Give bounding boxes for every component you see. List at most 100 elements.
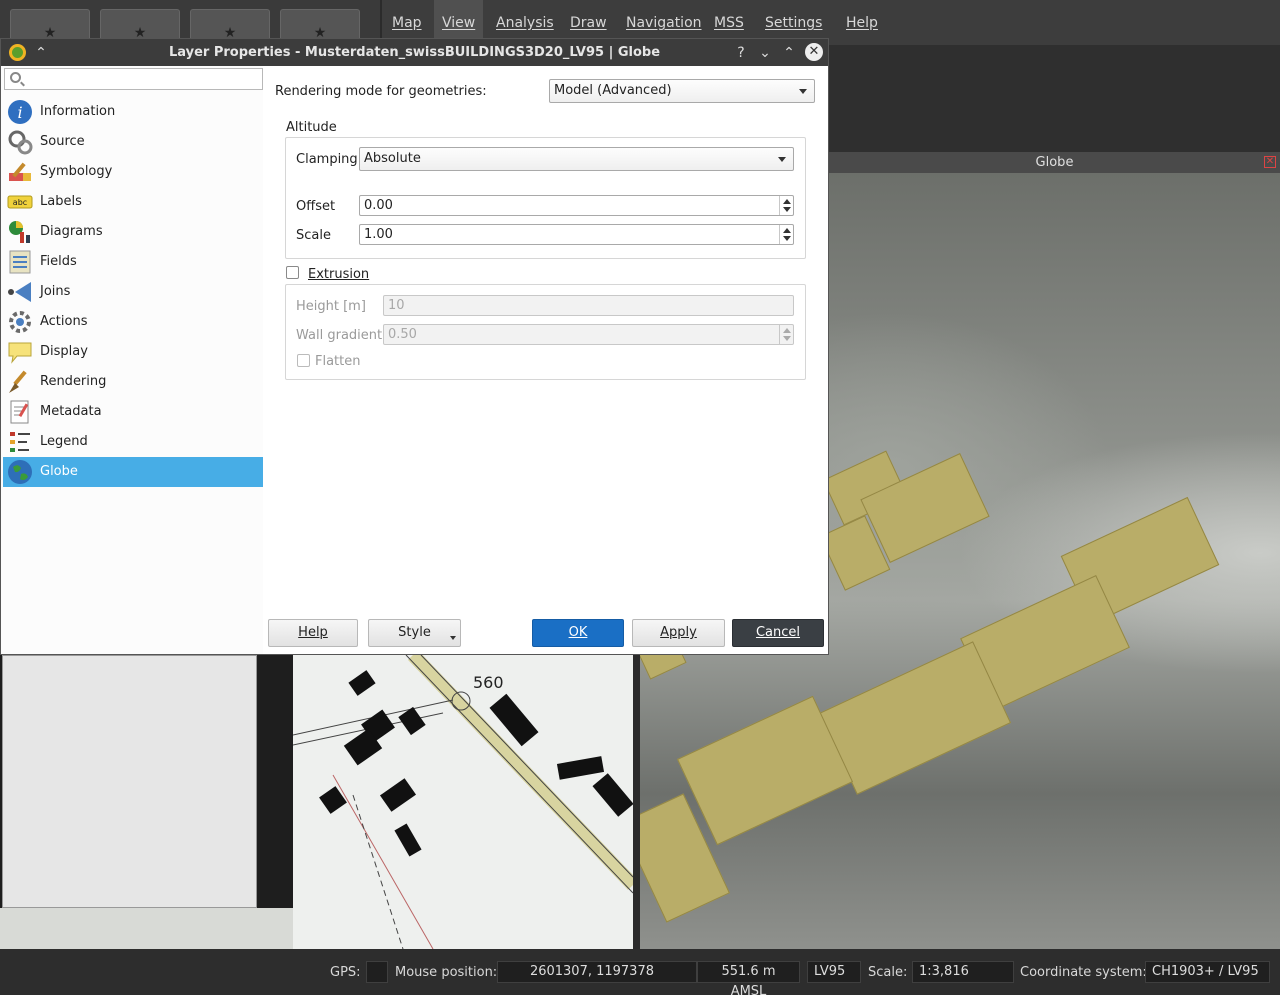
contour-label: 560 [473,673,504,692]
spin-up-icon [783,228,791,233]
info-icon: i [8,100,32,124]
fields-icon [9,250,31,274]
style-button[interactable]: Style [368,619,461,647]
mouse-position-field[interactable]: 2601307, 1197378 [497,961,697,983]
mouse-position-label: Mouse position: [395,965,498,980]
sidebar-item-fields[interactable]: Fields [3,247,263,277]
wall-gradient-label: Wall gradient [296,328,383,343]
sidebar-item-source[interactable]: Source [3,127,263,157]
sidebar-item-metadata[interactable]: Metadata [3,397,263,427]
height-label: Height [m] [296,299,366,314]
svg-text:i: i [17,103,22,122]
rendering-icon [9,370,27,393]
chevron-down-icon [799,89,807,94]
layer-properties-dialog: ⌃ Layer Properties - Musterdaten_swissBU… [0,38,829,655]
svg-text:abc: abc [13,198,27,207]
sidebar-item-label: Source [40,134,85,149]
style-button-label: Style [398,625,431,640]
scale-label: Scale: [868,965,908,980]
sidebar-item-rendering[interactable]: Rendering [3,367,263,397]
crs-short-select[interactable]: LV95 [807,961,861,983]
globe-panel-header: Globe ✕ [829,152,1280,173]
clamping-label: Clamping [296,152,358,167]
globe-panel-title: Globe [1035,155,1074,170]
sidebar-item-symbology[interactable]: Symbology [3,157,263,187]
dialog-title: Layer Properties - Musterdaten_swissBUIL… [168,45,661,60]
display-icon [8,342,32,364]
sidebar-item-display[interactable]: Display [3,337,263,367]
sidebar-item-diagrams[interactable]: Diagrams [3,217,263,247]
spin-buttons[interactable] [779,325,793,344]
sidebar-item-label: Diagrams [40,224,103,239]
gps-label: GPS: [330,965,361,980]
apply-button[interactable]: Apply [632,619,725,647]
help-button[interactable]: Help [268,619,358,647]
scale-spinbox[interactable]: 1.00 [359,224,794,245]
close-icon[interactable]: ✕ [805,43,823,61]
crs-label: Coordinate system: [1020,965,1147,980]
layers-panel-body [2,655,257,908]
cancel-button[interactable]: Cancel [732,619,824,647]
sidebar-item-information[interactable]: i Information [3,97,263,127]
wall-gradient-value: 0.50 [388,327,417,342]
flatten-checkbox[interactable] [297,354,310,367]
search-icon [10,72,21,83]
menu-help[interactable]: Help [838,0,886,45]
globe-icon [8,460,32,484]
chevron-down-icon [778,157,786,162]
sidebar-item-labels[interactable]: abc Labels [3,187,263,217]
height-value: 10 [388,298,405,313]
scale-select[interactable]: 1:3,816 [912,961,1014,983]
actions-icon [9,311,31,333]
offset-spinbox[interactable]: 0.00 [359,195,794,216]
spin-buttons[interactable] [779,225,793,244]
spin-up-icon [783,328,791,333]
search-input[interactable] [27,70,259,88]
sidebar-item-label: Globe [40,464,78,479]
clamping-select[interactable]: Absolute [359,147,794,171]
sidebar-item-actions[interactable]: Actions [3,307,263,337]
map-canvas[interactable]: 560 [293,655,633,949]
spin-down-icon [783,236,791,241]
sidebar-item-globe[interactable]: Globe [3,457,263,487]
spin-buttons[interactable] [779,196,793,215]
wall-gradient-spinbox[interactable]: 0.50 [383,324,794,345]
overview-map [0,908,293,949]
sidebar-item-label: Symbology [40,164,113,179]
offset-label: Offset [296,199,336,214]
sidebar-item-label: Legend [40,434,88,449]
metadata-icon [10,400,29,424]
rendering-mode-label: Rendering mode for geometries: [275,84,487,99]
properties-sidebar: i Information Source Symbology abc Label… [1,66,263,654]
source-icon [8,130,33,155]
sidebar-item-legend[interactable]: Legend [3,427,263,457]
globe-panel-close-icon[interactable]: ✕ [1264,156,1276,168]
spin-down-icon [783,336,791,341]
altitude-group-title: Altitude [286,120,337,135]
map-topo-layer [293,655,633,949]
rendering-mode-value: Model (Advanced) [554,83,672,98]
maximize-icon[interactable]: ⌃ [780,44,798,62]
dialog-titlebar: ⌃ Layer Properties - Musterdaten_swissBU… [1,39,828,66]
offset-value: 0.00 [364,198,393,213]
gps-toggle[interactable] [366,961,388,983]
crs-button[interactable]: CH1903+ / LV95 [1145,961,1270,983]
chevron-down-icon [450,636,456,640]
status-bar: GPS: Mouse position: 2601307, 1197378 55… [0,949,1280,995]
sidebar-item-label: Actions [40,314,88,329]
sidebar-item-joins[interactable]: Joins [3,277,263,307]
extrusion-label[interactable]: Extrusion [308,267,369,282]
scale-value: 1.00 [364,227,393,242]
diagrams-icon [9,221,30,243]
layers-panel [0,655,293,949]
height-field[interactable]: 10 [383,295,794,316]
minimize-icon[interactable]: ⌄ [756,44,774,62]
sidebar-search-field[interactable] [4,68,263,90]
ok-button[interactable]: OK [532,619,624,647]
rendering-mode-select[interactable]: Model (Advanced) [549,79,815,103]
sidebar-item-label: Labels [40,194,82,209]
spin-up-icon [783,199,791,204]
context-help-icon[interactable]: ? [732,44,750,62]
spin-down-icon [783,207,791,212]
extrusion-checkbox[interactable] [286,266,299,279]
